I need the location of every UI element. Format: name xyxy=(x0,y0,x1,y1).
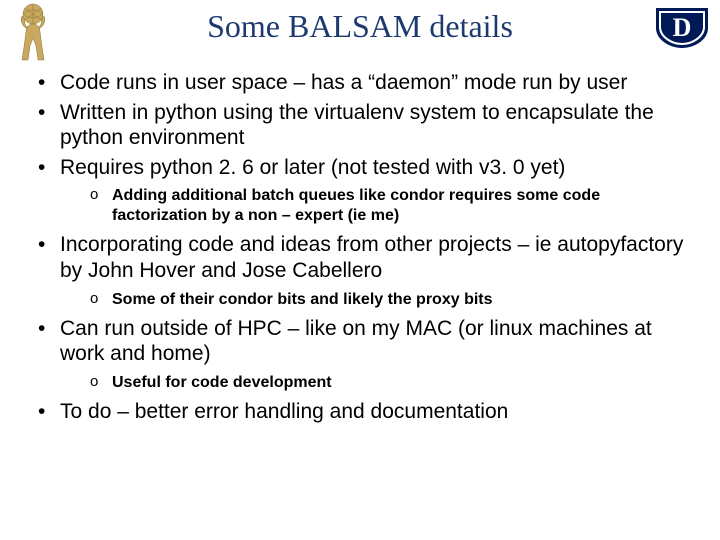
svg-text:D: D xyxy=(673,13,692,42)
sub-list-item: Some of their condor bits and likely the… xyxy=(90,290,690,310)
duke-shield-icon: D xyxy=(652,6,712,50)
list-item: Code runs in user space – has a “daemon”… xyxy=(30,70,690,96)
list-item: Requires python 2. 6 or later (not teste… xyxy=(30,155,690,227)
list-item-text: Incorporating code and ideas from other … xyxy=(60,233,683,282)
bullet-list: Code runs in user space – has a “daemon”… xyxy=(30,70,690,424)
list-item: Written in python using the virtualenv s… xyxy=(30,100,690,151)
slide-title: Some BALSAM details xyxy=(0,8,720,45)
list-item: To do – better error handling and docume… xyxy=(30,399,690,425)
slide-body: Code runs in user space – has a “daemon”… xyxy=(0,60,720,424)
sub-list-item: Adding additional batch queues like cond… xyxy=(90,186,690,226)
slide-header: Some BALSAM details D xyxy=(0,0,720,60)
sub-list-item: Useful for code development xyxy=(90,373,690,393)
slide: Some BALSAM details D Code runs in user … xyxy=(0,0,720,540)
sub-list: Adding additional batch queues like cond… xyxy=(60,186,690,226)
list-item: Incorporating code and ideas from other … xyxy=(30,232,690,309)
list-item-text: Requires python 2. 6 or later (not teste… xyxy=(60,156,565,179)
sub-list: Some of their condor bits and likely the… xyxy=(60,290,690,310)
list-item: Can run outside of HPC – like on my MAC … xyxy=(30,316,690,393)
sub-list: Useful for code development xyxy=(60,373,690,393)
list-item-text: Can run outside of HPC – like on my MAC … xyxy=(60,317,652,366)
